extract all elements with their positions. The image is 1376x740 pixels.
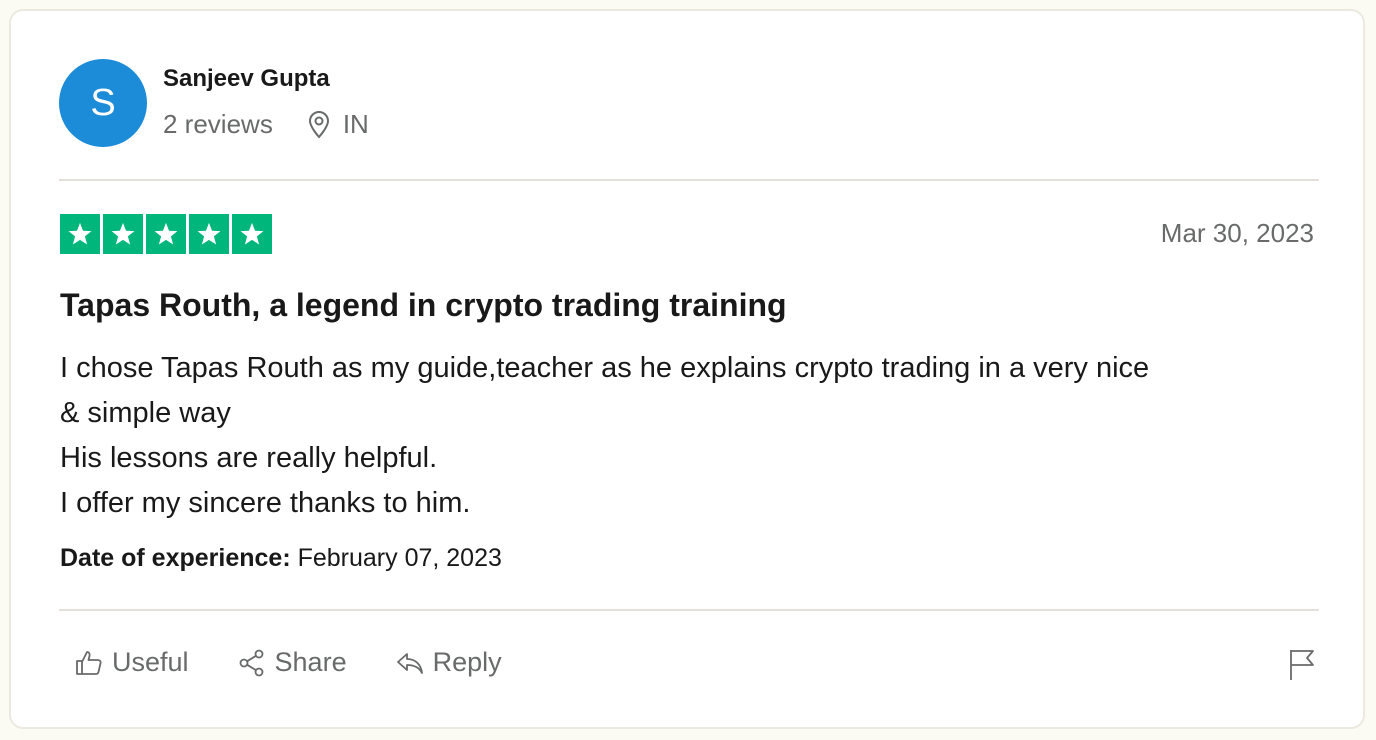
review-body-line: His lessons are really helpful.: [60, 442, 438, 474]
divider: [59, 609, 1319, 611]
divider: [59, 179, 1319, 181]
review-actions: Useful Share Reply: [74, 647, 550, 678]
reviewer-meta: 2 reviews IN: [163, 109, 369, 140]
date-of-experience: Date of experience: February 07, 2023: [60, 544, 502, 573]
share-icon: [239, 649, 263, 676]
location-pin-icon: [307, 110, 331, 139]
star-icon: [189, 214, 229, 254]
reply-icon: [396, 652, 423, 674]
review-card: S Sanjeev Gupta 2 reviews IN Mar 30, 202…: [9, 9, 1365, 729]
avatar[interactable]: S: [59, 59, 147, 147]
review-count: 2 reviews: [163, 109, 273, 139]
review-date: Mar 30, 2023: [1160, 218, 1314, 248]
star-icon: [232, 214, 272, 254]
star-rating: [60, 214, 272, 254]
share-button[interactable]: Share: [237, 647, 347, 678]
review-title[interactable]: Tapas Routh, a legend in crypto trading …: [60, 287, 787, 324]
reviewer-country: IN: [342, 109, 369, 139]
reply-label: Reply: [432, 647, 502, 677]
review-body-line: & simple way: [60, 397, 231, 429]
useful-button[interactable]: Useful: [74, 647, 189, 678]
review-body-line: I chose Tapas Routh as my guide,teacher …: [60, 352, 1150, 384]
share-label: Share: [274, 647, 347, 677]
star-icon: [103, 214, 143, 254]
experience-label: Date of experience:: [60, 544, 291, 572]
review-body: I chose Tapas Routh as my guide,teacher …: [60, 346, 1320, 526]
useful-label: Useful: [112, 647, 189, 677]
flag-icon[interactable]: [1288, 648, 1316, 687]
star-icon: [146, 214, 186, 254]
reply-button[interactable]: Reply: [395, 647, 502, 678]
star-icon: [60, 214, 100, 254]
experience-date: February 07, 2023: [297, 544, 502, 572]
reviewer-name[interactable]: Sanjeev Gupta: [163, 65, 330, 93]
thumbs-up-icon: [76, 650, 102, 675]
review-body-line: I offer my sincere thanks to him.: [60, 487, 471, 519]
